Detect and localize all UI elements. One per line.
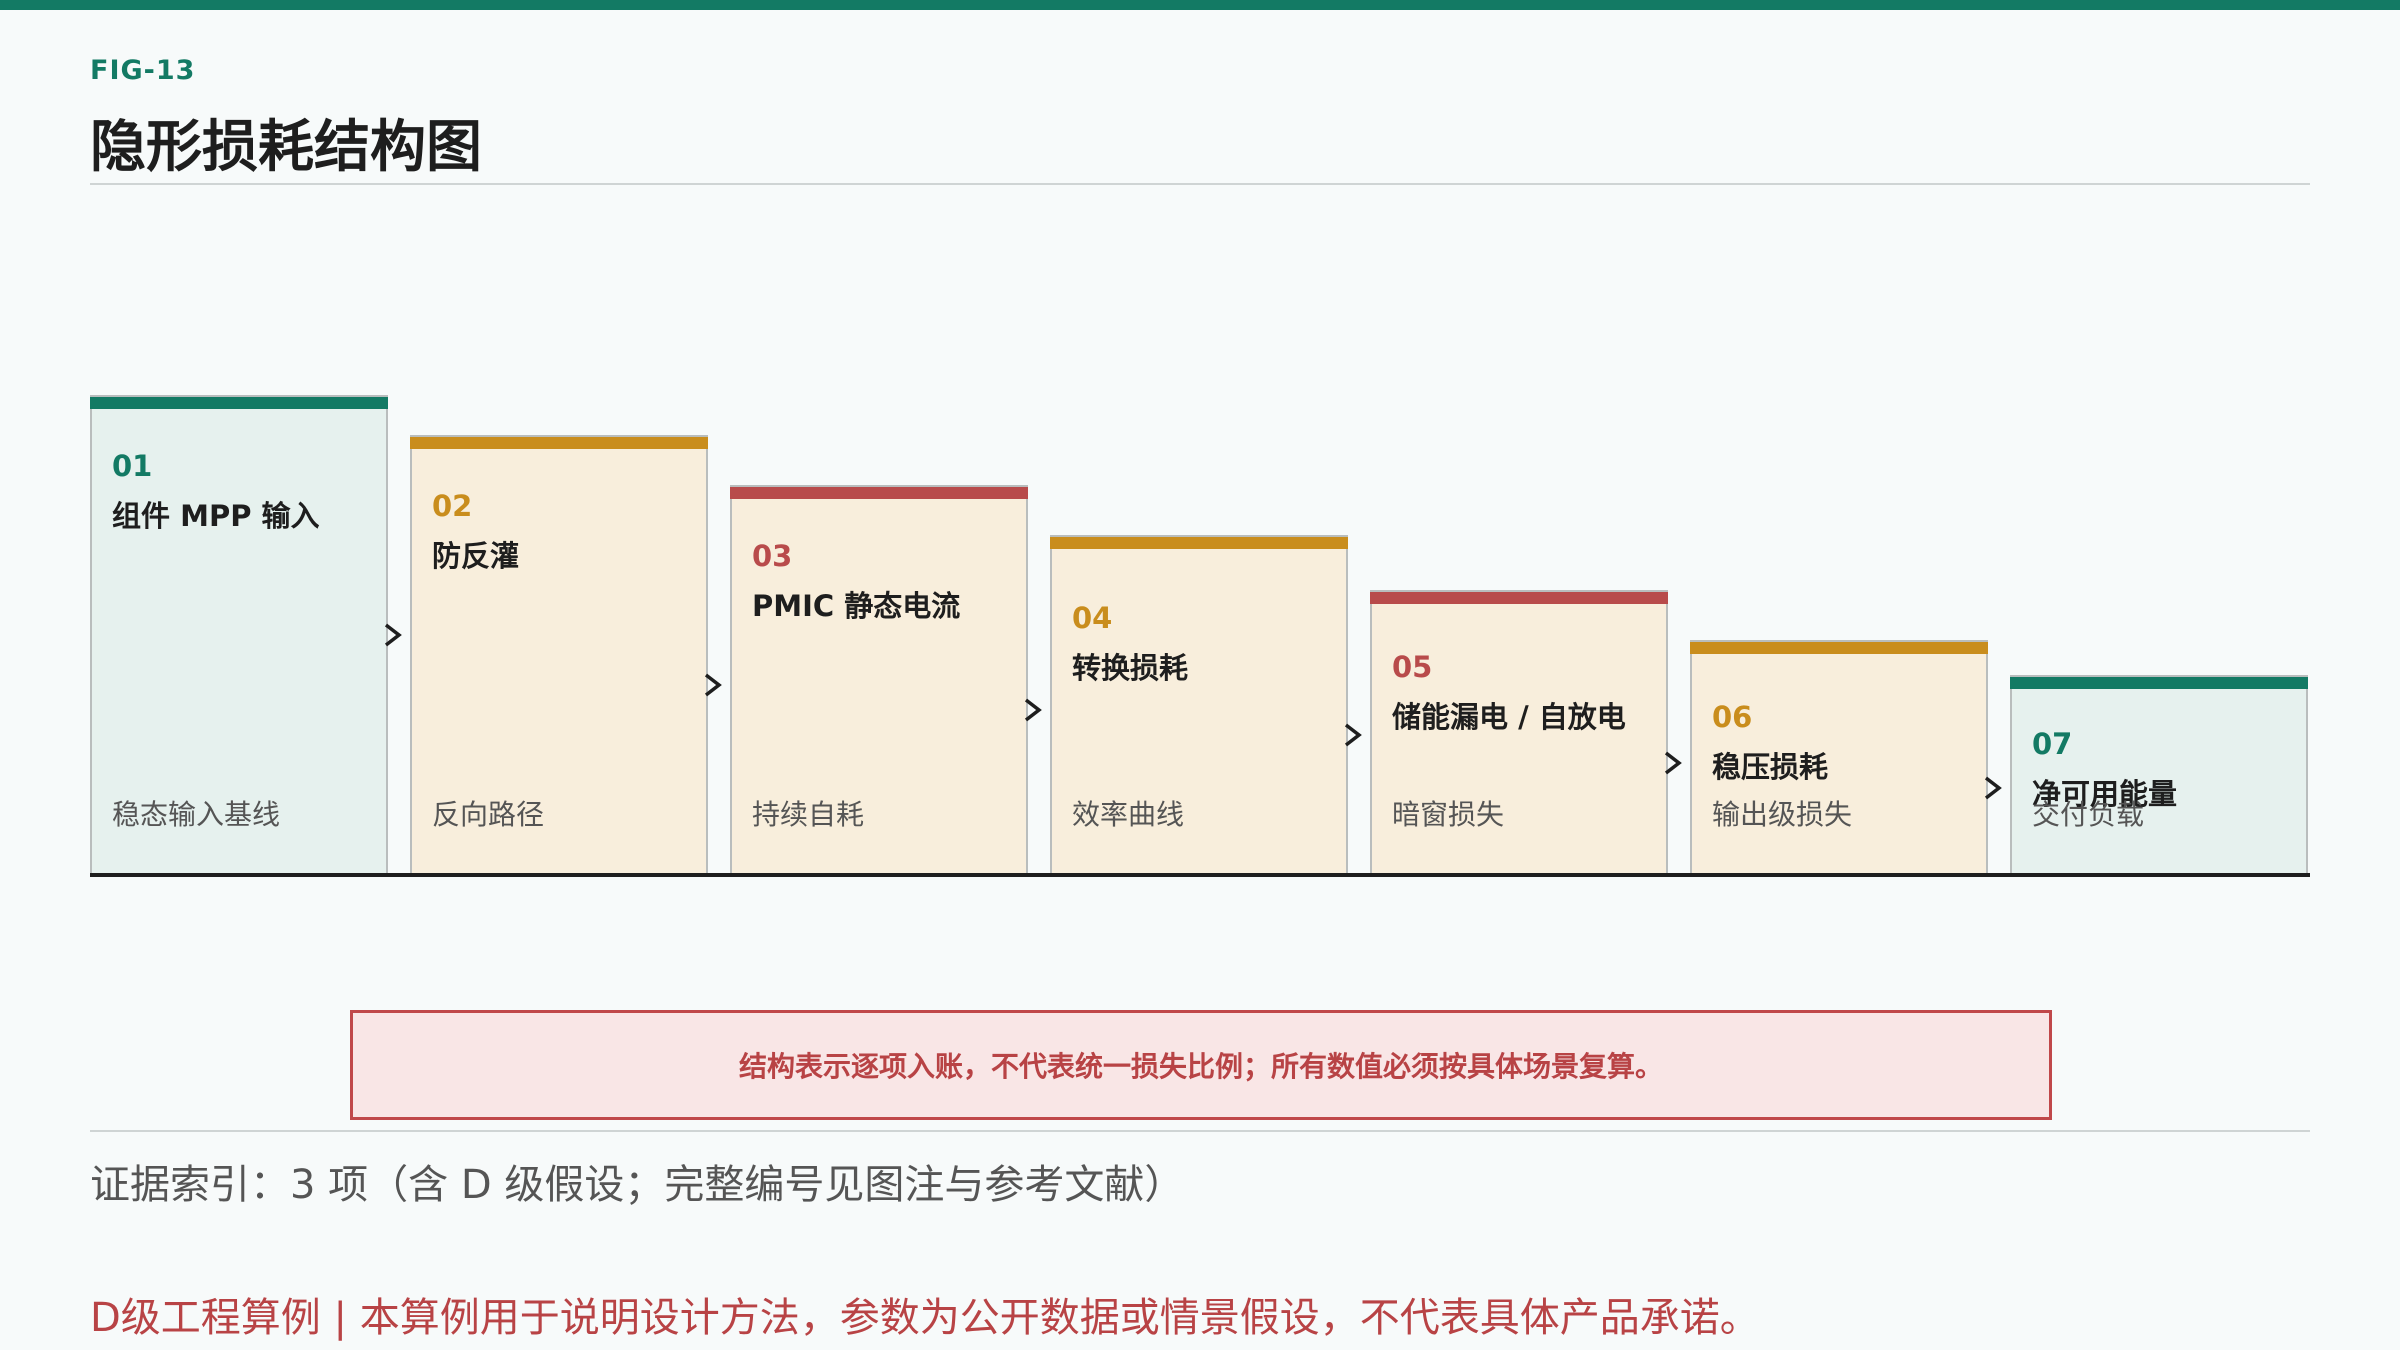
step-subtitle: 暗窗损失	[1392, 798, 1505, 831]
disclaimer: D级工程算例 | 本算例用于说明设计方法，参数为公开数据或情景假设，不代表具体产…	[90, 1295, 1760, 1341]
step-title: 转换损耗	[1072, 651, 1189, 685]
flow-arrow-icon	[1024, 698, 1042, 722]
note-box: 结构表示逐项入账，不代表统一损失比例；所有数值必须按具体场景复算。	[350, 1010, 2052, 1120]
step-subtitle: 效率曲线	[1072, 798, 1185, 831]
chart-baseline	[90, 873, 2310, 877]
step-title: 组件 MPP 输入	[112, 499, 320, 533]
step-color-bar	[730, 487, 1028, 499]
step-03: 03 PMIC 静态电流 持续自耗	[730, 485, 1028, 875]
step-color-bar	[410, 437, 708, 449]
step-number: 04	[1072, 601, 1113, 635]
step-06: 06 稳压损耗输出级损失	[1690, 640, 1988, 875]
step-color-bar	[1370, 592, 1668, 604]
evidence-index: 证据索引：3 项（含 D 级假设；完整编号见图注与参考文献）	[90, 1162, 1185, 1208]
note-text: 结构表示逐项入账，不代表统一损失比例；所有数值必须按具体场景复算。	[738, 1050, 1663, 1083]
flow-arrow-icon	[704, 673, 722, 697]
step-subtitle: 交付负载	[2032, 798, 2145, 831]
step-color-bar	[2010, 677, 2308, 689]
step-title: 储能漏电 / 自放电	[1392, 700, 1626, 734]
step-subtitle: 反向路径	[432, 798, 545, 831]
step-01: 01 组件 MPP 输入 稳态输入基线	[90, 395, 388, 875]
footer-divider	[90, 1130, 2310, 1132]
step-number: 06	[1712, 700, 1753, 734]
step-title: 防反灌	[432, 539, 520, 573]
loss-structure-chart: 01 组件 MPP 输入 稳态输入基线 02 防反灌反向路径 03 PMIC 静态电流 持续自…	[0, 0, 2400, 1350]
step-color-bar	[1050, 537, 1348, 549]
step-number: 01	[112, 449, 153, 483]
step-color-bar	[1690, 642, 1988, 654]
flow-arrow-icon	[1344, 723, 1362, 747]
step-subtitle: 稳态输入基线	[112, 798, 281, 831]
step-subtitle: 输出级损失	[1712, 798, 1853, 831]
flow-arrow-icon	[384, 623, 402, 647]
step-subtitle: 持续自耗	[752, 798, 865, 831]
step-02: 02 防反灌反向路径	[410, 435, 708, 875]
step-04: 04 转换损耗效率曲线	[1050, 535, 1348, 875]
step-color-bar	[90, 397, 388, 409]
step-05: 05 储能漏电 / 自放电 暗窗损失	[1370, 590, 1668, 875]
flow-arrow-icon	[1664, 751, 1682, 775]
step-number: 05	[1392, 650, 1433, 684]
step-07: 07 净可用能量 交付负载	[2010, 675, 2308, 875]
step-number: 02	[432, 489, 473, 523]
flow-arrow-icon	[1984, 776, 2002, 800]
step-number: 07	[2032, 727, 2073, 761]
step-title: PMIC 静态电流	[752, 589, 961, 623]
step-number: 03	[752, 539, 793, 573]
step-title: 稳压损耗	[1712, 750, 1829, 784]
